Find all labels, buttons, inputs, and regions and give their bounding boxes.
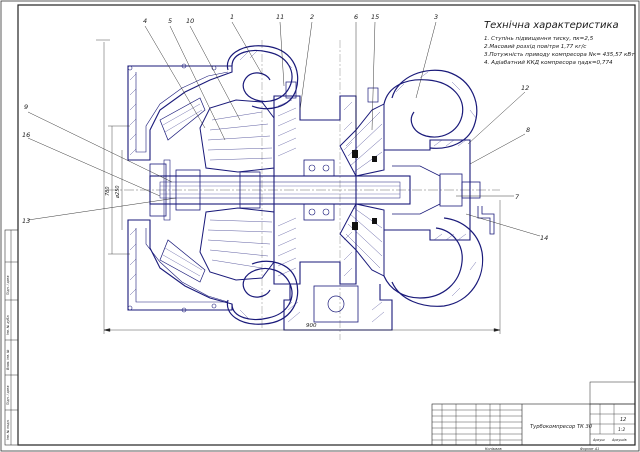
title-designation: Турбокомпресор ТК 30 xyxy=(530,424,593,430)
strip-label-4: Інв. № дубл. xyxy=(6,315,10,335)
callout-9: 9 xyxy=(24,103,28,111)
callout-2: 2 xyxy=(310,13,314,21)
dim-bore: ø250 xyxy=(115,185,121,199)
callout-11: 11 xyxy=(276,13,284,21)
callout-5: 5 xyxy=(168,17,172,25)
callout-numbers: 4 5 10 1 11 2 6 15 3 12 8 9 16 13 7 14 xyxy=(22,13,548,242)
inlet-housing-top xyxy=(127,65,233,161)
strip-label-5: Підп. і дата xyxy=(6,275,10,295)
spec-line-3: 3.Потужність приводу компресора Nк= 435,… xyxy=(484,52,635,58)
strip-label-2: Підп. і дата xyxy=(6,385,10,405)
title-scale: 1:2 xyxy=(618,427,625,433)
callout-6: 6 xyxy=(354,13,358,21)
callout-1: 1 xyxy=(230,13,234,21)
turbocharger-section xyxy=(108,40,500,340)
spec-line-1: 1. Ступінь підвищення тиску, πк=2,5 xyxy=(484,36,594,42)
callout-16: 16 xyxy=(22,131,30,139)
spec-title: Технічна характеристика xyxy=(484,19,619,31)
callout-3: 3 xyxy=(434,13,438,21)
title-mass: 12 xyxy=(620,417,626,423)
drawing-frame xyxy=(17,4,636,446)
dim-overall-length: 900 xyxy=(306,323,317,329)
strip-label-3: Взам. інв. № xyxy=(6,349,10,370)
callout-8: 8 xyxy=(526,126,530,134)
callout-15: 15 xyxy=(371,13,379,21)
callout-14: 14 xyxy=(540,234,548,242)
callout-4: 4 xyxy=(143,17,147,25)
title-sheet-label: Аркуш xyxy=(592,438,605,442)
footer-copied: Копіював xyxy=(485,447,502,451)
footer-format: Формат А1 xyxy=(580,447,599,451)
dim-height-total: 780 xyxy=(105,186,111,196)
callout-7: 7 xyxy=(515,193,520,201)
callout-13: 13 xyxy=(22,217,30,225)
inlet-housing-bottom xyxy=(127,219,233,311)
title-sheets-label: Аркушів xyxy=(611,438,627,442)
spec-block: Технічна характеристика 1. Ступінь підви… xyxy=(484,19,635,66)
title-block xyxy=(431,381,636,446)
side-strip: Інв. № подл. Підп. і дата Взам. інв. № І… xyxy=(4,229,19,446)
strip-label-1: Інв. № подл. xyxy=(6,419,10,440)
spec-line-4: 4. Адіабатний ККД компресора ηадк=0,774 xyxy=(484,60,613,66)
callout-12: 12 xyxy=(521,84,529,92)
drawing-sheet: Інв. № подл. Підп. і дата Взам. інв. № І… xyxy=(0,0,640,452)
callout-10: 10 xyxy=(186,17,194,25)
spec-line-2: 2.Масовий розхід повітря 1,77 кг/с xyxy=(484,44,586,50)
